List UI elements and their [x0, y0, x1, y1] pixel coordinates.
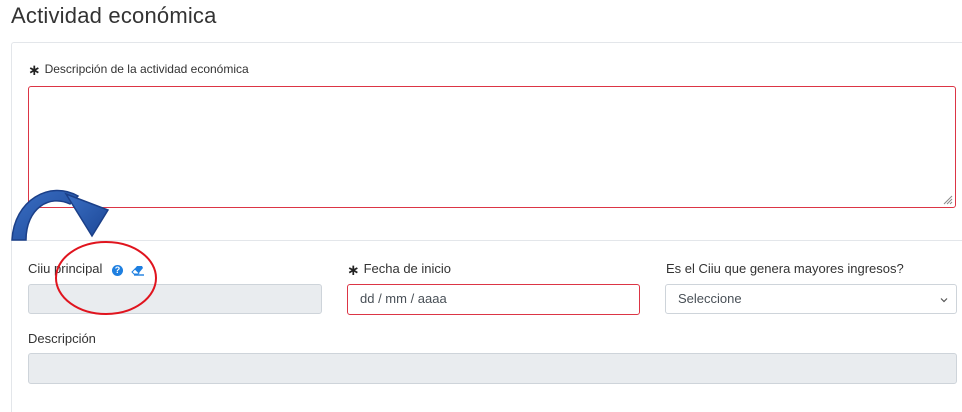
required-asterisk: ∗	[28, 62, 41, 79]
descripcion-label: Descripción	[28, 331, 96, 346]
ciiu-principal-input[interactable]	[28, 284, 322, 314]
fecha-inicio-label: Fecha de inicio	[363, 261, 452, 276]
descripcion-actividad-label: Descripción de la actividad económica	[44, 62, 249, 76]
section-title: Actividad económica	[11, 3, 217, 28]
mayores-ingresos-selected: Seleccione	[678, 291, 742, 306]
chevron-down-icon	[940, 298, 948, 303]
question-circle-icon[interactable]: ?	[112, 265, 123, 276]
descripcion-actividad-textarea[interactable]	[28, 86, 956, 208]
ciiu-principal-label: Ciiu principal	[28, 261, 103, 276]
descripcion-input[interactable]	[28, 353, 957, 384]
required-asterisk: ∗	[347, 262, 360, 279]
eraser-icon[interactable]	[131, 264, 145, 276]
fecha-inicio-input[interactable]: dd / mm / aaaa	[347, 284, 640, 315]
page: Actividad económica ∗ Descripción de la a…	[0, 0, 962, 412]
mayores-ingresos-label: Es el Ciiu que genera mayores ingresos?	[666, 261, 904, 276]
mayores-ingresos-select[interactable]: Seleccione	[665, 284, 957, 314]
descripcion-actividad-label-row: ∗ Descripción de la actividad económica	[28, 62, 249, 78]
fecha-inicio-label-row: ∗ Fecha de inicio	[347, 261, 451, 278]
resize-grip-icon[interactable]	[943, 195, 953, 205]
fecha-inicio-placeholder: dd / mm / aaaa	[360, 291, 447, 306]
